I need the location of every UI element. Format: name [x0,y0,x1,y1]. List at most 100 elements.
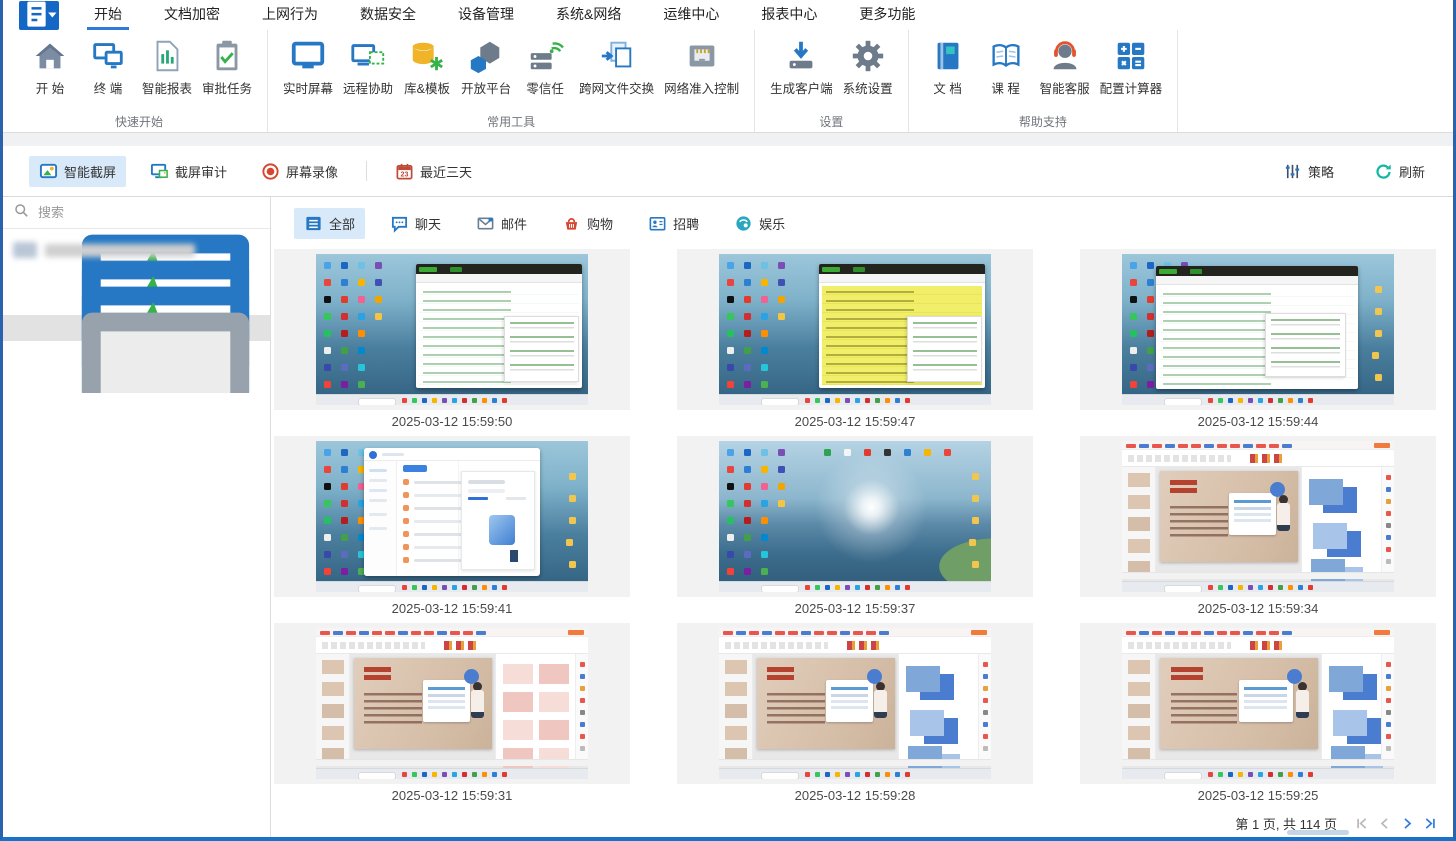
screenshot-cell[interactable]: 2025-03-12 15:59:34 [1080,436,1436,623]
filter-全部[interactable]: 全部 [294,208,365,239]
screenshot-thumbnail [1122,628,1394,779]
ribbon-item-智能客服[interactable]: 智能客服 [1035,35,1095,99]
path [569,218,575,221]
tab-文档加密[interactable]: 文档加密 [143,0,241,30]
entertainment-icon [734,214,753,233]
smart-service-icon [1046,37,1084,75]
ribbon-item-审批任务[interactable]: 审批任务 [197,35,257,99]
rect [1072,49,1076,57]
screenshot-cell[interactable]: 2025-03-12 15:59:50 [274,249,630,436]
ribbon-item-网络准入控制[interactable]: 网络准入控制 [659,35,744,99]
i-di [569,473,576,480]
path [796,42,807,56]
ribbon-item-终 端[interactable]: 终 端 [79,35,137,99]
circle [863,52,872,61]
screenshot-cell[interactable]: 2025-03-12 15:59:44 [1080,249,1436,436]
toolbar-智能截屏[interactable]: 智能截屏 [29,156,126,187]
screen-record-icon [261,162,280,181]
ribbon-group: 实时屏幕远程协助库&模板开放平台零信任跨网文件交换网络准入控制常用工具 [268,30,755,132]
div-ip [907,316,982,382]
approval-task-icon [208,37,246,75]
rect [302,66,313,69]
page-last-button[interactable] [1422,815,1439,832]
g [552,44,563,52]
tab-系统&网络[interactable]: 系统&网络 [535,0,642,30]
ribbon-item-开 始[interactable]: 开 始 [21,35,79,99]
ribbon-item-库&模板[interactable]: 库&模板 [398,35,456,99]
screenshot-cell[interactable]: 2025-03-12 15:59:47 [677,249,1033,436]
search-input[interactable] [36,204,270,221]
ellipse [413,43,434,51]
span: 库&模板 [404,78,450,97]
div-wleft [1122,467,1156,579]
screenshot-cell[interactable]: 2025-03-12 15:59:41 [274,436,630,623]
span: 最近三天 [420,162,472,181]
page-prev-button[interactable] [1376,815,1393,832]
filter-邮件[interactable]: 邮件 [466,208,537,239]
ribbon-item-文 档[interactable]: 文 档 [919,35,977,99]
tab-上网行为[interactable]: 上网行为 [241,0,339,30]
tab-设备管理[interactable]: 设备管理 [437,0,535,30]
ribbon-item-远程协助[interactable]: 远程协助 [338,35,398,99]
zero-trust-icon [526,37,564,75]
path [393,217,406,230]
screenshot-cell[interactable]: 2025-03-12 15:59:37 [677,436,1033,623]
screenshot-thumbnail [719,628,991,779]
tab-开始[interactable]: 开始 [73,0,143,30]
ribbon-group: 开 始终 端智能报表审批任务快速开始 [11,30,268,132]
page-next-button[interactable] [1399,815,1416,832]
pagination-controls [1353,815,1439,832]
tab-数据安全[interactable]: 数据安全 [339,0,437,30]
div-wtop [316,628,588,637]
screenshot-cell[interactable]: 2025-03-12 15:59:28 [677,623,1033,810]
div-wright [1301,467,1381,579]
div-tk [1122,394,1394,405]
screenshot-cell[interactable]: 2025-03-12 15:59:31 [274,623,630,810]
div-tk [316,768,588,779]
screenshot-timestamp: 2025-03-12 15:59:44 [1080,410,1436,436]
div-wfoot [1122,572,1394,579]
rect [358,63,369,66]
toolbar-截屏审计[interactable]: 截屏审计 [140,156,237,187]
line [996,56,1003,57]
span: 招聘 [673,214,699,233]
app-menu-button[interactable] [19,1,59,30]
ribbon-item-零信任[interactable]: 零信任 [516,35,574,99]
ribbon-item-系统设置[interactable]: 系统设置 [838,35,898,99]
span: 聊天 [415,214,441,233]
circle [744,223,748,227]
ribbon-item-配置计算器[interactable]: 配置计算器 [1095,35,1168,99]
span: 全部 [329,214,355,233]
filter-招聘[interactable]: 招聘 [638,208,709,239]
toolbar-策略[interactable]: 策略 [1273,156,1344,187]
i-wcard [1239,680,1293,722]
ribbon-item-智能报表[interactable]: 智能报表 [137,35,197,99]
screenshot-cell[interactable]: 2025-03-12 15:59:25 [1080,623,1436,810]
circle [736,216,750,230]
toolbar-刷新[interactable]: 刷新 [1364,156,1435,187]
div-wrib [719,637,991,654]
div-cn [364,461,397,576]
horizontal-scrollbar-thumb[interactable] [1287,830,1349,835]
tab-更多功能[interactable]: 更多功能 [838,0,936,30]
course-book-icon [987,37,1025,75]
span: 截屏审计 [175,162,227,181]
ribbon-item-跨网文件交换[interactable]: 跨网文件交换 [574,35,659,99]
tab-运维中心[interactable]: 运维中心 [642,0,740,30]
i-di [972,473,979,480]
toolbar-date-filter[interactable]: 23最近三天 [385,156,482,187]
filter-娱乐[interactable]: 娱乐 [724,208,795,239]
toolbar-屏幕录像[interactable]: 屏幕录像 [251,156,348,187]
circle [550,49,554,53]
span: 策略 [1308,162,1334,181]
ribbon-item-开放平台[interactable]: 开放平台 [456,35,516,99]
div-tk [316,581,588,592]
tab-报表中心[interactable]: 报表中心 [740,0,838,30]
ribbon-item-课 程[interactable]: 课 程 [977,35,1035,99]
page-first-button[interactable] [1353,815,1370,832]
ribbon-item-实时屏幕[interactable]: 实时屏幕 [278,35,338,99]
filter-聊天[interactable]: 聊天 [380,208,451,239]
sidebar: 未分组 [3/4]10_1_8_16LAPTOP-7PAC2MTUwywWIN-… [3,197,271,837]
ribbon-item-生成客户端[interactable]: 生成客户端 [765,35,838,99]
filter-购物[interactable]: 购物 [552,208,623,239]
